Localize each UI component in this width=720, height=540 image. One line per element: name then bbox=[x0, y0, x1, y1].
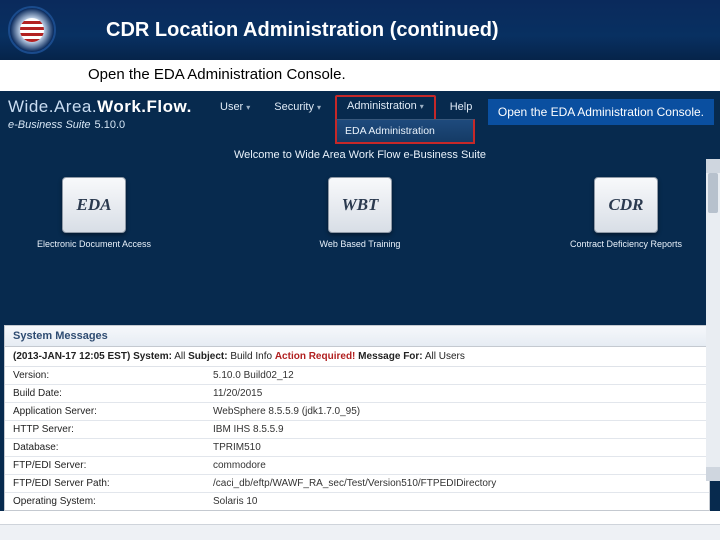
chevron-down-icon: ▾ bbox=[317, 103, 321, 112]
system-info-table: Version:5.10.0 Build02_12Build Date:11/2… bbox=[5, 367, 709, 511]
system-messages-panel: System Messages (2013-JAN-17 12:05 EST) … bbox=[4, 325, 710, 511]
branding-block: Wide.Area.Work.Flow. e-Business Suite5.1… bbox=[0, 91, 200, 137]
table-row: FTP/EDI Server Path:/caci_db/eftp/WAWF_R… bbox=[5, 475, 709, 493]
system-messages-meta: (2013-JAN-17 12:05 EST) System: All Subj… bbox=[5, 347, 709, 367]
tile-cdr-label: Contract Deficiency Reports bbox=[566, 239, 686, 250]
app-scrollbar[interactable] bbox=[706, 159, 720, 481]
menu-administration[interactable]: Administration▾ bbox=[337, 97, 434, 117]
main-menubar: User▾ Security▾ Administration▾ EDA Admi… bbox=[200, 91, 482, 121]
tile-cdr[interactable]: CDR bbox=[594, 177, 658, 233]
table-row: Operating System:Solaris 10 bbox=[5, 493, 709, 511]
scrollbar-thumb[interactable] bbox=[708, 173, 718, 213]
admin-dropdown: EDA Administration bbox=[335, 119, 475, 144]
tile-eda-label: Electronic Document Access bbox=[34, 239, 154, 250]
dropdown-eda-administration[interactable]: EDA Administration bbox=[337, 120, 473, 142]
agency-seal-icon bbox=[8, 6, 56, 54]
tile-wbt-label: Web Based Training bbox=[300, 239, 420, 250]
callout-instruction: Open the EDA Administration Console. bbox=[488, 99, 714, 125]
app-screenshot: Wide.Area.Work.Flow. e-Business Suite5.1… bbox=[0, 91, 720, 511]
instruction-text: Open the EDA Administration Console. bbox=[0, 60, 720, 89]
table-row: FTP/EDI Server:commodore bbox=[5, 457, 709, 475]
table-row: Database:TPRIM510 bbox=[5, 439, 709, 457]
tile-eda[interactable]: EDA bbox=[62, 177, 126, 233]
table-row: Application Server:WebSphere 8.5.5.9 (jd… bbox=[5, 403, 709, 421]
tile-wbt[interactable]: WBT bbox=[328, 177, 392, 233]
chevron-down-icon: ▾ bbox=[420, 102, 424, 111]
footer-bar bbox=[0, 524, 720, 540]
menu-help[interactable]: Help bbox=[440, 95, 483, 121]
table-row: Version:5.10.0 Build02_12 bbox=[5, 367, 709, 385]
table-row: Status:Production bbox=[5, 511, 709, 512]
table-row: Build Date:11/20/2015 bbox=[5, 385, 709, 403]
system-messages-heading: System Messages bbox=[5, 326, 709, 347]
tile-row: EDA Electronic Document Access WBT Web B… bbox=[0, 169, 720, 254]
app-subtitle: e-Business Suite5.10.0 bbox=[8, 119, 192, 131]
menu-admin-highlight: Administration▾ EDA Administration bbox=[335, 95, 436, 121]
table-row: HTTP Server:IBM IHS 8.5.5.9 bbox=[5, 421, 709, 439]
app-name: Wide.Area.Work.Flow. bbox=[8, 97, 192, 117]
menu-security[interactable]: Security▾ bbox=[264, 95, 331, 121]
chevron-down-icon: ▾ bbox=[246, 103, 250, 112]
page-title: CDR Location Administration (continued) bbox=[106, 19, 499, 42]
menu-user[interactable]: User▾ bbox=[210, 95, 260, 121]
